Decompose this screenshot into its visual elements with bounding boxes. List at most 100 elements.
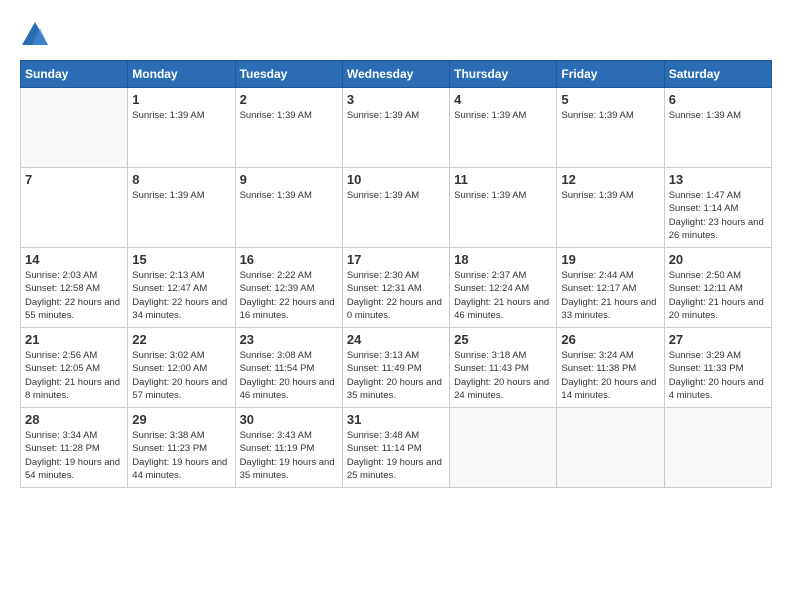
- day-cell: 24 Sunrise: 3:13 AM Sunset: 11:49 PM Dayl…: [342, 328, 449, 408]
- day-number: 15: [132, 252, 230, 267]
- day-cell: 3 Sunrise: 1:39 AM: [342, 88, 449, 168]
- day-number: 7: [25, 172, 123, 187]
- day-cell: 15 Sunrise: 2:13 AM Sunset: 12:47 AM Dayl…: [128, 248, 235, 328]
- day-info: Sunrise: 2:30 AM Sunset: 12:31 AM Daylig…: [347, 269, 445, 322]
- header-row: SundayMondayTuesdayWednesdayThursdayFrid…: [21, 61, 772, 88]
- day-info: Sunrise: 2:22 AM Sunset: 12:39 AM Daylig…: [240, 269, 338, 322]
- calendar-table: SundayMondayTuesdayWednesdayThursdayFrid…: [20, 60, 772, 488]
- week-row-2: 78Sunrise: 1:39 AM9Sunrise: 1:39 AM10Sun…: [21, 168, 772, 248]
- day-info: Sunrise: 3:34 AM Sunset: 11:28 PM Daylig…: [25, 429, 123, 482]
- day-cell: 27Sunrise: 3:29 AM Sunset: 11:33 PM Dayl…: [664, 328, 771, 408]
- day-info: Sunrise: 1:47 AM Sunset: 1:14 AM Dayligh…: [669, 189, 767, 242]
- day-number: 18: [454, 252, 552, 267]
- day-cell: 2 Sunrise: 1:39 AM: [235, 88, 342, 168]
- day-info: Sunrise: 2:56 AM Sunset: 12:05 AM Daylig…: [25, 349, 123, 402]
- calendar-header: SundayMondayTuesdayWednesdayThursdayFrid…: [21, 61, 772, 88]
- day-cell: [21, 88, 128, 168]
- day-info: Sunrise: 1:39 AM: [669, 109, 767, 122]
- day-info: Sunrise: 3:38 AM Sunset: 11:23 PM Daylig…: [132, 429, 230, 482]
- day-info: Sunrise: 3:08 AM Sunset: 11:54 PM Daylig…: [240, 349, 338, 402]
- day-cell: 21 Sunrise: 2:56 AM Sunset: 12:05 AM Dayl…: [21, 328, 128, 408]
- day-cell: 5Sunrise: 1:39 AM: [557, 88, 664, 168]
- day-cell: 30 Sunrise: 3:43 AM Sunset: 11:19 PM Dayl…: [235, 408, 342, 488]
- header-cell-sunday: Sunday: [21, 61, 128, 88]
- day-number: 28: [25, 412, 123, 427]
- day-cell: 14 Sunrise: 2:03 AM Sunset: 12:58 AM Dayl…: [21, 248, 128, 328]
- day-info: Sunrise: 1:39 AM: [132, 109, 230, 122]
- header-cell-friday: Friday: [557, 61, 664, 88]
- day-info: Sunrise: 2:13 AM Sunset: 12:47 AM Daylig…: [132, 269, 230, 322]
- day-cell: 10Sunrise: 1:39 AM: [342, 168, 449, 248]
- day-info: Sunrise: 2:50 AM Sunset: 12:11 AM Daylig…: [669, 269, 767, 322]
- day-info: Sunrise: 1:39 AM: [132, 189, 230, 202]
- day-info: Sunrise: 3:13 AM Sunset: 11:49 PM Daylig…: [347, 349, 445, 402]
- day-number: 8: [132, 172, 230, 187]
- day-info: Sunrise: 2:37 AM Sunset: 12:24 AM Daylig…: [454, 269, 552, 322]
- day-cell: 11Sunrise: 1:39 AM: [450, 168, 557, 248]
- day-cell: 20 Sunrise: 2:50 AM Sunset: 12:11 AM Dayl…: [664, 248, 771, 328]
- day-number: 3: [347, 92, 445, 107]
- day-info: Sunrise: 3:48 AM Sunset: 11:14 PM Daylig…: [347, 429, 445, 482]
- day-number: 14: [25, 252, 123, 267]
- day-cell: [450, 408, 557, 488]
- day-cell: 26Sunrise: 3:24 AM Sunset: 11:38 PM Dayl…: [557, 328, 664, 408]
- header-cell-wednesday: Wednesday: [342, 61, 449, 88]
- week-row-3: 14 Sunrise: 2:03 AM Sunset: 12:58 AM Dayl…: [21, 248, 772, 328]
- day-info: Sunrise: 3:29 AM Sunset: 11:33 PM Daylig…: [669, 349, 767, 402]
- logo-icon: [20, 20, 50, 50]
- day-number: 19: [561, 252, 659, 267]
- day-number: 24: [347, 332, 445, 347]
- day-cell: 6 Sunrise: 1:39 AM: [664, 88, 771, 168]
- day-number: 13: [669, 172, 767, 187]
- day-info: Sunrise: 1:39 AM: [240, 109, 338, 122]
- day-number: 17: [347, 252, 445, 267]
- day-number: 6: [669, 92, 767, 107]
- day-cell: 9Sunrise: 1:39 AM: [235, 168, 342, 248]
- day-cell: 29Sunrise: 3:38 AM Sunset: 11:23 PM Dayl…: [128, 408, 235, 488]
- day-cell: 22Sunrise: 3:02 AM Sunset: 12:00 AM Dayl…: [128, 328, 235, 408]
- day-info: Sunrise: 3:18 AM Sunset: 11:43 PM Daylig…: [454, 349, 552, 402]
- day-info: Sunrise: 3:43 AM Sunset: 11:19 PM Daylig…: [240, 429, 338, 482]
- calendar-body: 1 Sunrise: 1:39 AM 2 Sunrise: 1:39 AM 3 Sunri…: [21, 88, 772, 488]
- day-cell: 18 Sunrise: 2:37 AM Sunset: 12:24 AM Dayl…: [450, 248, 557, 328]
- day-number: 25: [454, 332, 552, 347]
- day-cell: 13 Sunrise: 1:47 AM Sunset: 1:14 AM Dayli…: [664, 168, 771, 248]
- day-number: 12: [561, 172, 659, 187]
- day-info: Sunrise: 1:39 AM: [240, 189, 338, 202]
- day-cell: 12 Sunrise: 1:39 AM: [557, 168, 664, 248]
- day-number: 5: [561, 92, 659, 107]
- day-info: Sunrise: 2:03 AM Sunset: 12:58 AM Daylig…: [25, 269, 123, 322]
- header-cell-tuesday: Tuesday: [235, 61, 342, 88]
- day-info: Sunrise: 1:39 AM: [347, 109, 445, 122]
- header-cell-thursday: Thursday: [450, 61, 557, 88]
- day-info: Sunrise: 2:44 AM Sunset: 12:17 AM Daylig…: [561, 269, 659, 322]
- day-number: 21: [25, 332, 123, 347]
- day-cell: 19 Sunrise: 2:44 AM Sunset: 12:17 AM Dayl…: [557, 248, 664, 328]
- day-cell: [664, 408, 771, 488]
- logo: [20, 20, 54, 50]
- day-number: 1: [132, 92, 230, 107]
- header-cell-saturday: Saturday: [664, 61, 771, 88]
- day-number: 2: [240, 92, 338, 107]
- week-row-4: 21 Sunrise: 2:56 AM Sunset: 12:05 AM Dayl…: [21, 328, 772, 408]
- day-cell: 25 Sunrise: 3:18 AM Sunset: 11:43 PM Dayl…: [450, 328, 557, 408]
- day-cell: 8 Sunrise: 1:39 AM: [128, 168, 235, 248]
- day-number: 11: [454, 172, 552, 187]
- day-number: 30: [240, 412, 338, 427]
- day-cell: 23Sunrise: 3:08 AM Sunset: 11:54 PM Dayl…: [235, 328, 342, 408]
- day-info: Sunrise: 1:39 AM: [561, 189, 659, 202]
- day-cell: [557, 408, 664, 488]
- day-number: 20: [669, 252, 767, 267]
- day-number: 31: [347, 412, 445, 427]
- day-number: 16: [240, 252, 338, 267]
- header-cell-monday: Monday: [128, 61, 235, 88]
- page-header: [20, 20, 772, 50]
- day-info: Sunrise: 3:24 AM Sunset: 11:38 PM Daylig…: [561, 349, 659, 402]
- day-cell: 1 Sunrise: 1:39 AM: [128, 88, 235, 168]
- day-cell: 16 Sunrise: 2:22 AM Sunset: 12:39 AM Dayl…: [235, 248, 342, 328]
- day-info: Sunrise: 1:39 AM: [454, 109, 552, 122]
- week-row-5: 28 Sunrise: 3:34 AM Sunset: 11:28 PM Dayl…: [21, 408, 772, 488]
- day-info: Sunrise: 3:02 AM Sunset: 12:00 AM Daylig…: [132, 349, 230, 402]
- day-cell: 4 Sunrise: 1:39 AM: [450, 88, 557, 168]
- day-number: 4: [454, 92, 552, 107]
